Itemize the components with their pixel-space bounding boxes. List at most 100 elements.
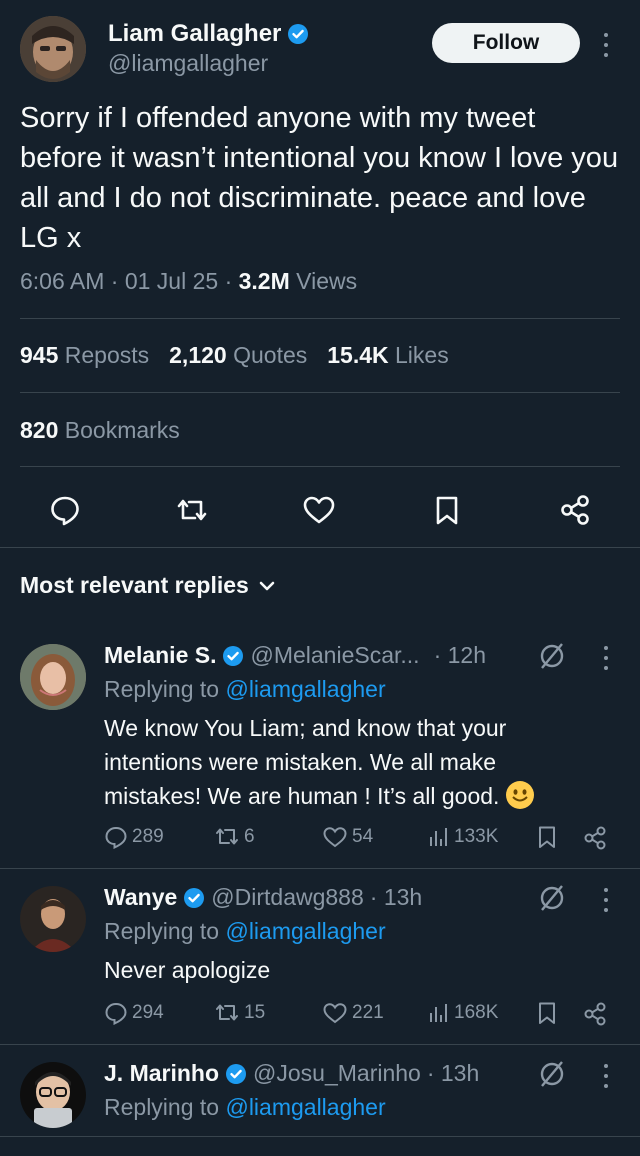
reply-author-handle[interactable]: @Josu_Marinho — [253, 1060, 421, 1087]
replying-prefix: Replying to — [104, 676, 226, 702]
bookmarks-stats: 820 Bookmarks — [20, 417, 180, 444]
replying-to: Replying to @liamgallagher — [104, 676, 386, 703]
grok-icon[interactable] — [538, 642, 566, 670]
tweet-meta: 6:06 AM · 01 Jul 25 · 3.2M Views — [20, 268, 357, 295]
engagement-stats: 945 Reposts 2,120 Quotes 15.4K Likes — [20, 342, 449, 369]
reply-repost-button[interactable]: 15 — [214, 1001, 265, 1025]
reply-author-handle[interactable]: @Dirtdawg888 — [211, 884, 363, 911]
reply-avatar[interactable] — [20, 644, 86, 710]
likes-label: Likes — [388, 342, 449, 368]
repost-icon — [216, 828, 238, 845]
reposts-stat[interactable]: 945 Reposts — [20, 342, 149, 369]
share-icon[interactable] — [582, 1001, 608, 1027]
replying-to-handle[interactable]: @liamgallagher — [225, 1094, 385, 1120]
reply-repost-button[interactable]: 6 — [214, 825, 255, 849]
author-avatar-image — [20, 16, 86, 82]
replies-sort-label: Most relevant replies — [20, 572, 249, 598]
reply-avatar[interactable] — [20, 1062, 86, 1128]
likes-count: 15.4K — [327, 342, 389, 368]
reply-header: J. Marinho @Josu_Marinho · 13h — [104, 1060, 479, 1087]
reply-views-count: 168K — [454, 1002, 499, 1023]
repost-icon[interactable] — [172, 490, 212, 530]
bookmark-icon[interactable] — [536, 825, 558, 849]
reply-more-icon[interactable] — [602, 888, 610, 912]
reply-header: Melanie S. @MelanieScar... · 12h — [104, 642, 486, 669]
replying-prefix: Replying to — [104, 918, 226, 944]
bookmark-icon[interactable] — [427, 490, 467, 530]
reply-more-icon[interactable] — [602, 1064, 610, 1088]
reply-replies-button[interactable]: 294 — [104, 1001, 164, 1025]
reply-author-name[interactable]: Wanye — [104, 884, 177, 911]
verified-badge-icon — [223, 645, 244, 666]
like-icon — [323, 1003, 347, 1024]
more-options-icon[interactable] — [596, 30, 616, 60]
grok-icon[interactable] — [538, 884, 566, 912]
replying-to: Replying to @liamgallagher — [104, 1094, 386, 1121]
reply-repost-count: 15 — [244, 1002, 266, 1023]
replies-sort-dropdown[interactable]: Most relevant replies — [20, 572, 275, 599]
reply-views-button[interactable]: 168K — [428, 1001, 498, 1025]
divider — [20, 466, 620, 467]
chevron-down-icon — [259, 581, 275, 590]
views-icon — [430, 828, 447, 846]
replying-to-handle[interactable]: @liamgallagher — [225, 918, 385, 944]
reply-avatar[interactable] — [20, 886, 86, 952]
author-name-row: Liam Gallagher — [108, 20, 309, 48]
bookmark-icon[interactable] — [536, 1001, 558, 1025]
reply-replies-count: 294 — [132, 1002, 164, 1023]
grok-icon[interactable] — [538, 1060, 566, 1088]
tweet-timestamp[interactable]: 6:06 AM · 01 Jul 25 · — [20, 268, 239, 294]
reply-action-bar: 294 15 221 168K — [104, 1001, 614, 1031]
reply-header: Wanye @Dirtdawg888 · 13h — [104, 884, 422, 911]
reply-like-button[interactable]: 54 — [322, 825, 373, 849]
reply-more-icon[interactable] — [602, 646, 610, 670]
divider — [0, 1136, 640, 1137]
reply-time[interactable]: · 13h — [427, 1060, 479, 1087]
replying-to-handle[interactable]: @liamgallagher — [225, 676, 385, 702]
reply-like-button[interactable]: 221 — [322, 1001, 384, 1025]
views-icon — [430, 1004, 447, 1022]
reply-time[interactable]: · 13h — [370, 884, 422, 911]
views-count: 3.2M — [238, 268, 290, 294]
share-icon[interactable] — [582, 825, 608, 851]
section-divider — [0, 547, 640, 548]
reply-views-button[interactable]: 133K — [428, 825, 498, 849]
verified-badge-icon — [288, 24, 309, 44]
divider — [20, 392, 620, 393]
reply-text: We know You Liam; and know that your int… — [104, 711, 584, 813]
replying-prefix: Replying to — [104, 1094, 226, 1120]
reply-time[interactable]: · 12h — [434, 642, 486, 669]
reply-repost-count: 6 — [244, 826, 255, 847]
smiling-face-emoji-icon — [505, 781, 534, 809]
reply-author-name[interactable]: Melanie S. — [104, 642, 216, 669]
reply-icon[interactable] — [45, 490, 85, 530]
reply-author-handle[interactable]: @MelanieScar... — [250, 642, 419, 669]
author-avatar[interactable] — [20, 16, 86, 82]
reply-icon — [105, 826, 127, 849]
author-handle[interactable]: @liamgallagher — [108, 50, 268, 77]
quotes-stat[interactable]: 2,120 Quotes — [169, 342, 307, 369]
repost-icon — [216, 1004, 238, 1021]
reply-text: Never apologize — [104, 957, 271, 983]
follow-button[interactable]: Follow — [432, 23, 580, 63]
reposts-count: 945 — [20, 342, 59, 368]
reply-replies-button[interactable]: 289 — [104, 825, 164, 849]
likes-stat[interactable]: 15.4K Likes — [327, 342, 448, 369]
verified-badge-icon — [184, 887, 205, 908]
verified-badge-icon — [226, 1063, 247, 1084]
reply-action-bar: 289 6 54 133K — [104, 825, 614, 855]
reposts-label: Reposts — [58, 342, 150, 368]
quotes-label: Quotes — [226, 342, 308, 368]
author-name[interactable]: Liam Gallagher — [108, 20, 281, 48]
like-icon[interactable] — [299, 490, 339, 530]
tweet-header: Liam Gallagher @liamgallagher Follow — [0, 0, 640, 100]
reply-like-count: 221 — [352, 1002, 384, 1023]
reply-author-name[interactable]: J. Marinho — [104, 1060, 219, 1087]
bookmarks-stat[interactable]: 820 Bookmarks — [20, 417, 180, 444]
bookmarks-label: Bookmarks — [58, 417, 180, 443]
divider — [0, 868, 640, 869]
share-icon[interactable] — [555, 490, 595, 530]
views-label: Views — [289, 268, 358, 294]
like-icon — [323, 827, 347, 848]
reply-icon — [105, 1002, 127, 1025]
